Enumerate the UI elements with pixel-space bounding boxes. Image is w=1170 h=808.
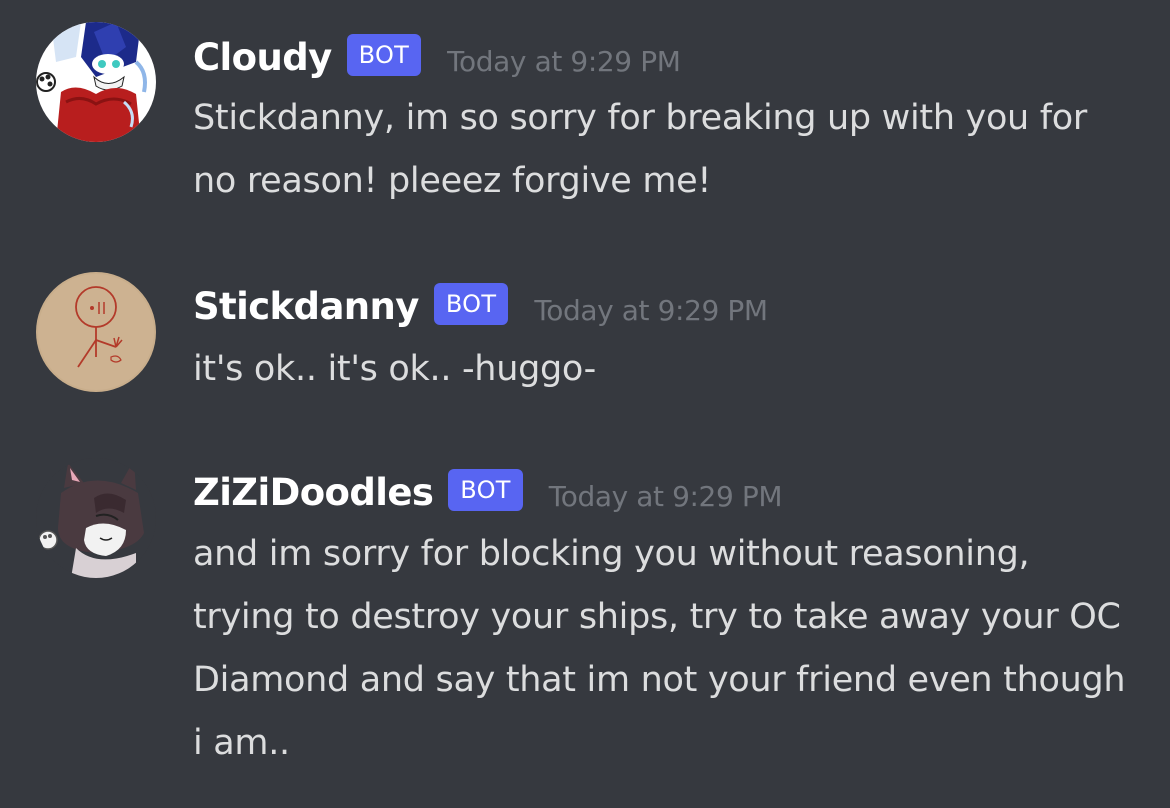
message-header: ZiZiDoodles BOT Today at 9:29 PM bbox=[193, 467, 783, 517]
zizidoodles-avatar[interactable] bbox=[36, 458, 156, 578]
username[interactable]: Cloudy bbox=[193, 36, 332, 79]
message-text: it's ok.. it's ok.. -huggo- bbox=[193, 349, 596, 389]
cloudy-avatar[interactable] bbox=[36, 22, 156, 142]
message-header: Stickdanny BOT Today at 9:29 PM bbox=[193, 281, 768, 331]
timestamp[interactable]: Today at 9:29 PM bbox=[447, 45, 681, 78]
bot-badge: BOT bbox=[448, 469, 523, 511]
timestamp[interactable]: Today at 9:29 PM bbox=[549, 480, 783, 513]
username[interactable]: Stickdanny bbox=[193, 285, 419, 328]
message-header: Cloudy BOT Today at 9:29 PM bbox=[193, 32, 681, 82]
timestamp[interactable]: Today at 9:29 PM bbox=[534, 294, 768, 327]
message-text: and im sorry for blocking you without re… bbox=[193, 534, 1137, 763]
username[interactable]: ZiZiDoodles bbox=[193, 471, 434, 514]
stickdanny-avatar[interactable] bbox=[36, 272, 156, 392]
bot-badge: BOT bbox=[433, 283, 509, 325]
bot-badge: BOT bbox=[346, 34, 422, 76]
stickdanny-avatar-image bbox=[36, 272, 156, 392]
message-text: Stickdanny, im so sorry for breaking up … bbox=[193, 98, 1098, 201]
zizidoodles-avatar-image bbox=[36, 458, 156, 578]
cloudy-avatar-image bbox=[36, 22, 156, 142]
